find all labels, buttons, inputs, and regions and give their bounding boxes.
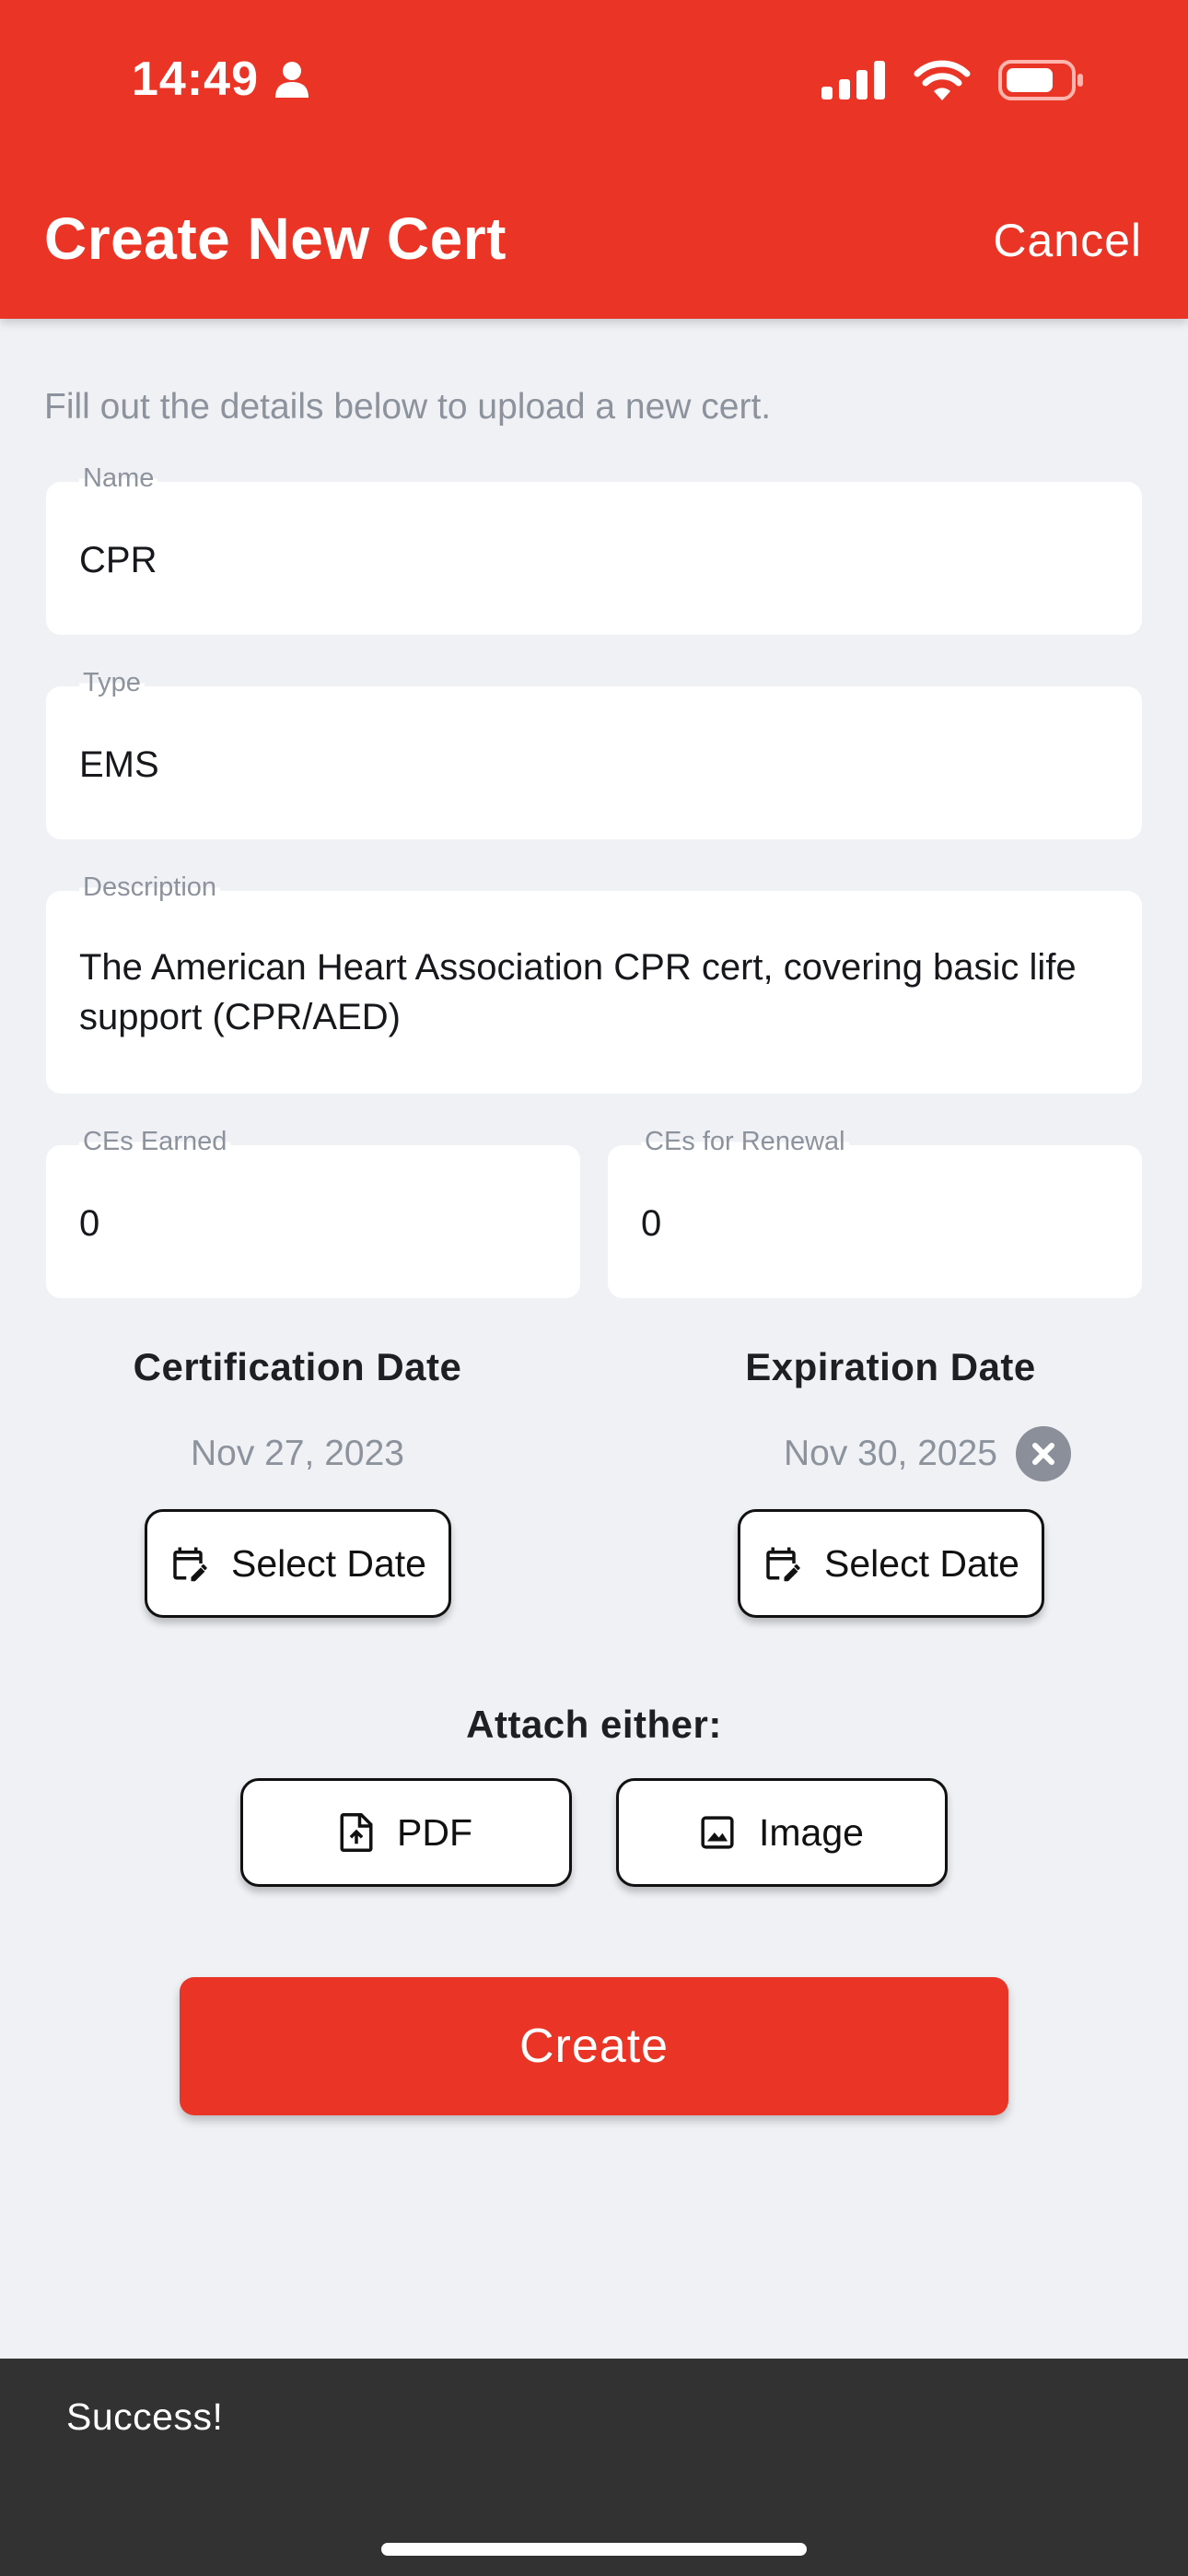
attach-image-button[interactable]: Image: [616, 1778, 948, 1887]
expiration-date-row: Nov 30, 2025: [784, 1426, 1071, 1481]
description-field[interactable]: Description The American Heart Associati…: [46, 872, 1142, 1094]
type-value: EMS: [79, 744, 159, 785]
expiration-select-date-label: Select Date: [824, 1541, 1019, 1585]
certification-select-date-button[interactable]: Select Date: [144, 1509, 451, 1618]
page-title: Create New Cert: [44, 205, 507, 272]
person-icon: [275, 62, 309, 98]
description-value: The American Heart Association CPR cert,…: [79, 947, 1077, 1037]
certification-date-heading: Certification Date: [133, 1345, 462, 1388]
ces-earned-field[interactable]: CEs Earned 0: [46, 1127, 580, 1298]
attach-label: Attach either:: [466, 1703, 722, 1746]
status-time: 14:49: [132, 50, 309, 109]
close-icon: [1032, 1443, 1054, 1465]
certification-select-date-label: Select Date: [231, 1541, 426, 1585]
expiration-date-value: Nov 30, 2025: [783, 1434, 997, 1473]
certification-date-row: Nov 27, 2023: [191, 1426, 404, 1481]
type-label: Type: [79, 668, 145, 698]
create-button[interactable]: Create: [180, 1977, 1008, 2115]
create-cert-screen: 14:49 Create New Cert Cancel Fill out th…: [0, 0, 1188, 2576]
calendar-edit-icon: [173, 1547, 207, 1582]
battery-icon: [998, 60, 1083, 100]
certification-date-section: Certification Date Nov 27, 2023 Select D…: [86, 1345, 509, 1618]
description-label: Description: [79, 872, 221, 903]
type-field[interactable]: Type EMS: [46, 668, 1142, 839]
intro-text: Fill out the details below to upload a n…: [44, 387, 772, 427]
status-icons: [821, 53, 1085, 107]
cellular-signal-icon: [821, 61, 885, 100]
image-icon: [701, 1816, 734, 1849]
home-indicator[interactable]: [381, 2543, 807, 2556]
attach-pdf-label: PDF: [397, 1810, 472, 1854]
name-field[interactable]: Name CPR: [46, 463, 1142, 635]
cancel-button[interactable]: Cancel: [993, 214, 1142, 267]
name-label: Name: [79, 463, 158, 494]
ces-earned-label: CEs Earned: [79, 1127, 231, 1157]
ces-earned-value: 0: [79, 1203, 100, 1244]
calendar-edit-icon: [766, 1547, 800, 1582]
file-upload-icon: [340, 1813, 373, 1852]
attach-image-label: Image: [759, 1810, 864, 1854]
name-value: CPR: [79, 540, 157, 580]
app-header: 14:49 Create New Cert Cancel: [0, 0, 1188, 319]
certification-date-value: Nov 27, 2023: [190, 1434, 404, 1473]
attach-pdf-button[interactable]: PDF: [240, 1778, 572, 1887]
ces-renewal-field[interactable]: CEs for Renewal 0: [608, 1127, 1142, 1298]
clear-expiration-date-button[interactable]: [1016, 1426, 1071, 1481]
ces-renewal-label: CEs for Renewal: [641, 1127, 849, 1157]
expiration-date-section: Expiration Date Nov 30, 2025 Select Date: [679, 1345, 1102, 1618]
status-time-text: 14:49: [132, 53, 259, 106]
expiration-date-heading: Expiration Date: [745, 1345, 1036, 1388]
expiration-select-date-button[interactable]: Select Date: [737, 1509, 1044, 1618]
snackbar-message: Success!: [66, 2395, 224, 2438]
ces-renewal-value: 0: [641, 1203, 662, 1244]
wifi-icon: [914, 60, 971, 100]
